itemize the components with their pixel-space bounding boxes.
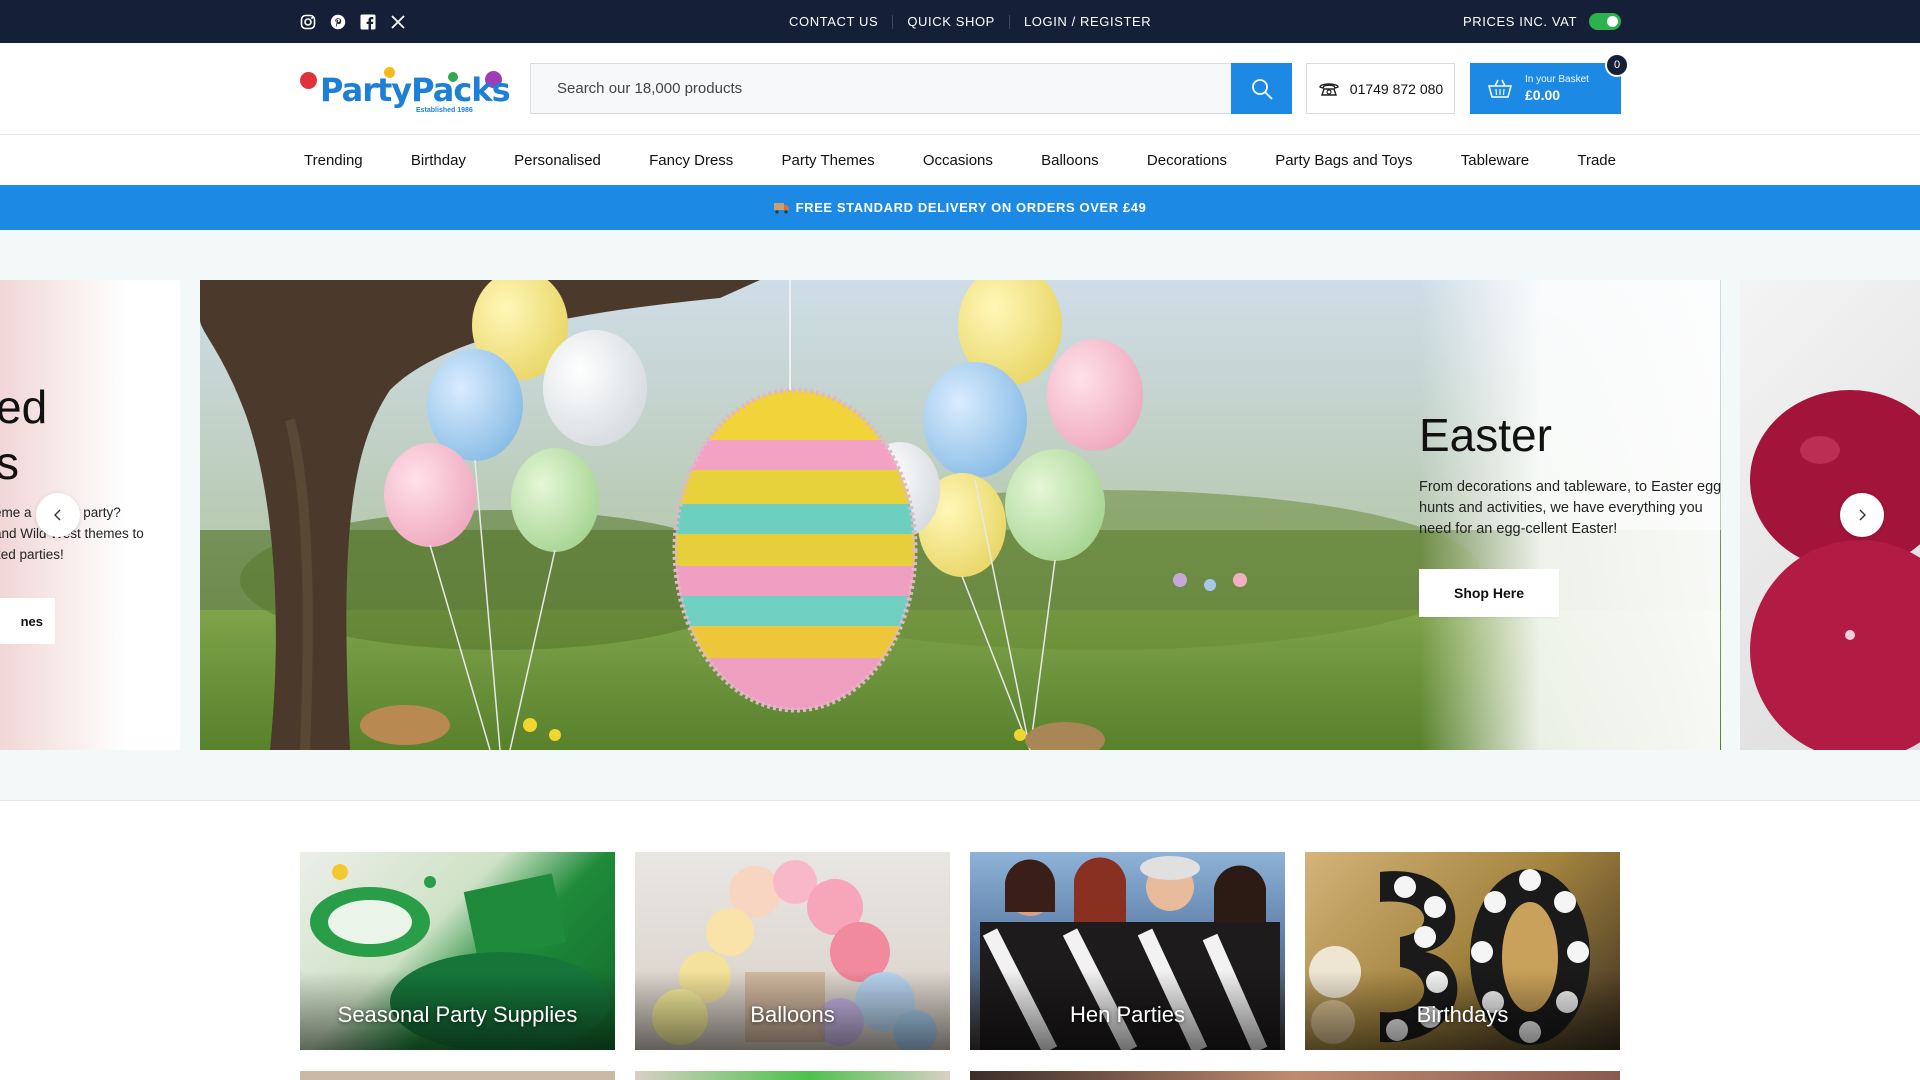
logo-wordmark: PartyPacks <box>320 71 511 109</box>
category-tile-peek[interactable] <box>635 1071 950 1080</box>
previous-slide-peek[interactable]: ed s eme a next party? and Wild West the… <box>0 280 180 750</box>
carousel-prev-button[interactable] <box>36 493 80 537</box>
hero-carousel: ed s eme a next party? and Wild West the… <box>0 230 1920 801</box>
category-tile-seasonal-party-supplies[interactable]: Seasonal Party Supplies <box>300 852 615 1050</box>
quick-shop-link[interactable]: QUICK SHOP <box>892 14 1009 29</box>
basket-amount: £0.00 <box>1525 87 1561 103</box>
facebook-icon[interactable] <box>359 13 376 30</box>
search-input[interactable] <box>531 64 1231 113</box>
category-label: Hen Parties <box>1070 1002 1185 1027</box>
category-label: Seasonal Party Supplies <box>337 1002 578 1027</box>
nav-item-decorations[interactable]: Decorations <box>1147 152 1227 169</box>
nav-item-trade[interactable]: Trade <box>1577 152 1616 169</box>
delivery-banner[interactable]: FREE STANDARD DELIVERY ON ORDERS OVER £4… <box>0 185 1920 230</box>
site-header: PartyPacks Established 1986 01749 872 08… <box>0 43 1920 135</box>
telephone-icon <box>1319 82 1339 96</box>
nav-item-fancy-dress[interactable]: Fancy Dress <box>649 152 733 169</box>
phone-number[interactable]: 01749 872 080 <box>1306 63 1455 114</box>
hero-description: From decorations and tableware, to Easte… <box>1419 479 1721 537</box>
search-icon <box>1251 78 1273 100</box>
instagram-icon[interactable] <box>299 13 316 30</box>
top-bar: CONTACT US QUICK SHOP LOGIN / REGISTER P… <box>0 0 1920 43</box>
category-tile-balloons[interactable]: Balloons <box>635 852 950 1050</box>
delivery-truck-icon <box>773 202 789 214</box>
nav-item-birthday[interactable]: Birthday <box>411 152 466 169</box>
category-tiles: Seasonal Party Supplies Balloons Hen Par… <box>300 852 1621 1050</box>
phone-number-text: 01749 872 080 <box>1349 80 1444 97</box>
main-navigation: Trending Birthday Personalised Fancy Dre… <box>0 135 1920 185</box>
nav-item-personalised[interactable]: Personalised <box>514 152 601 169</box>
category-tile-hen-parties[interactable]: Hen Parties <box>970 852 1285 1050</box>
nav-item-occasions[interactable]: Occasions <box>923 152 993 169</box>
category-tile-birthdays[interactable]: Birthdays <box>1305 852 1620 1050</box>
category-label: Birthdays <box>1416 1002 1509 1027</box>
nav-item-balloons[interactable]: Balloons <box>1041 152 1099 169</box>
category-label: Balloons <box>750 1002 835 1027</box>
chevron-right-icon <box>1859 509 1866 521</box>
nav-item-tableware[interactable]: Tableware <box>1461 152 1529 169</box>
social-links <box>299 13 406 30</box>
logo[interactable]: PartyPacks Established 1986 <box>298 59 511 119</box>
delivery-banner-text: FREE STANDARD DELIVERY ON ORDERS OVER £4… <box>795 200 1147 215</box>
basket-info: In your Basket £0.00 <box>1525 74 1589 103</box>
basket-button[interactable]: In your Basket £0.00 0 <box>1470 53 1629 114</box>
nav-item-party-themes[interactable]: Party Themes <box>782 152 875 169</box>
logo-dot-red <box>300 72 317 89</box>
category-tile-peek[interactable] <box>300 1071 615 1080</box>
nav-item-party-bags-and-toys[interactable]: Party Bags and Toys <box>1275 152 1412 169</box>
search-bar <box>530 63 1292 114</box>
search-button[interactable] <box>1231 63 1292 114</box>
vat-switcher: PRICES INC. VAT <box>1463 0 1621 43</box>
top-links: CONTACT US QUICK SHOP LOGIN / REGISTER <box>775 0 1165 43</box>
next-slide-peek[interactable] <box>1740 280 1920 750</box>
previous-slide-text: eme a next party? and Wild West themes t… <box>0 505 144 562</box>
basket-label: In your Basket <box>1525 74 1589 85</box>
hero-title: Easter <box>1419 409 1552 461</box>
chevron-left-icon <box>54 509 61 521</box>
basket-icon <box>1488 79 1512 98</box>
previous-slide-button[interactable]: nes <box>0 598 55 644</box>
contact-us-link[interactable]: CONTACT US <box>775 14 892 29</box>
vat-label: PRICES INC. VAT <box>1463 14 1577 29</box>
basket-count-badge: 0 <box>1605 53 1629 77</box>
previous-slide-title-line1: ed <box>0 381 48 433</box>
nav-item-trending[interactable]: Trending <box>304 152 363 169</box>
category-tile-peek[interactable] <box>970 1071 1620 1080</box>
carousel-next-button[interactable] <box>1840 493 1884 537</box>
login-register-link[interactable]: LOGIN / REGISTER <box>1008 14 1165 29</box>
x-icon[interactable] <box>389 13 406 30</box>
category-tiles-row2-peek <box>300 1071 1621 1080</box>
vat-toggle[interactable] <box>1589 13 1621 30</box>
logo-tagline: Established 1986 <box>416 107 473 114</box>
pinterest-icon[interactable] <box>329 13 346 30</box>
shop-here-button[interactable]: Shop Here <box>1419 569 1559 617</box>
previous-slide-title-line2: s <box>0 437 19 489</box>
hero-slide-easter: Easter From decorations and tableware, t… <box>200 280 1721 750</box>
red-balloons-image <box>1750 390 1920 750</box>
